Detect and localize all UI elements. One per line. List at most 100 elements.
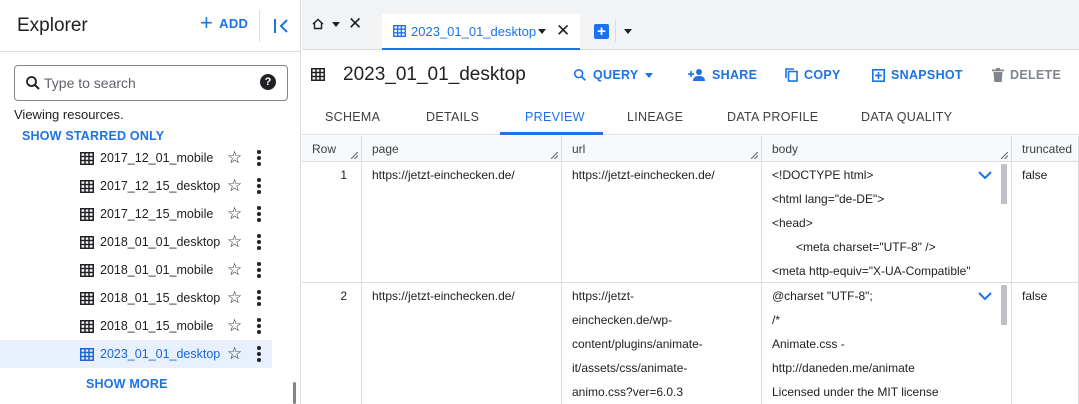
tree-item-table[interactable]: 2023_01_01_desktop ☆ <box>0 340 272 368</box>
star-icon[interactable]: ☆ <box>227 232 242 252</box>
resource-tree: 2017_12_01_mobile ☆ 2017_12_15_desktop ☆ 201… <box>0 145 286 404</box>
star-icon[interactable]: ☆ <box>227 260 242 280</box>
star-icon[interactable]: ☆ <box>227 176 242 196</box>
tab-close-icon[interactable]: ✕ <box>556 22 570 39</box>
home-tab-close-icon[interactable]: ✕ <box>348 15 362 32</box>
table-icon <box>80 180 94 193</box>
tab-preview[interactable]: PREVIEW <box>525 110 585 124</box>
star-icon[interactable]: ☆ <box>227 288 242 308</box>
cell-scrollbar[interactable] <box>1001 285 1007 325</box>
cell-text-line: einchecken.de/wp- <box>572 313 673 327</box>
tree-item-table[interactable]: 2017_12_01_mobile ☆ <box>0 145 272 172</box>
more-vert-icon[interactable] <box>256 234 262 250</box>
more-vert-icon[interactable] <box>256 262 262 278</box>
cell-text-line: Licensed under the MIT license <box>772 385 939 399</box>
person-add-icon <box>688 69 705 81</box>
cell-body: @charset "UTF-8"; /* Animate.css - http://d… <box>762 283 1012 404</box>
tree-item-table[interactable]: 2018_01_01_desktop ☆ <box>0 228 272 256</box>
column-header[interactable]: url <box>562 136 762 162</box>
table-icon <box>80 320 94 333</box>
star-icon[interactable]: ☆ <box>227 316 242 336</box>
cell-text-line: <meta http-equiv="X-UA-Compatible" <box>772 264 971 278</box>
cell-text-line: <!DOCTYPE html> <box>772 168 874 182</box>
new-tab-plus-icon[interactable]: + <box>594 24 609 39</box>
tab-details[interactable]: DETAILS <box>426 110 479 124</box>
tree-item-table[interactable]: 2018_01_15_desktop ☆ <box>0 284 272 312</box>
resize-handle-icon[interactable] <box>751 152 758 159</box>
copy-button[interactable]: COPY <box>785 68 841 82</box>
more-vert-icon[interactable] <box>256 290 262 306</box>
show-starred-only-link[interactable]: SHOW STARRED ONLY <box>22 129 164 143</box>
delete-button-label: DELETE <box>1010 68 1062 82</box>
tab-data-profile[interactable]: DATA PROFILE <box>727 110 818 124</box>
table-header: 2023_01_01_desktop QUERY SHARE COPY SNAP… <box>302 51 1079 99</box>
column-header-label: page <box>372 142 399 156</box>
column-header[interactable]: page <box>362 136 562 162</box>
resize-handle-icon[interactable] <box>551 152 558 159</box>
tab-schema[interactable]: SCHEMA <box>325 110 380 124</box>
main-pane: ✕ 2023_01_01_desktop ✕ + 2023_01_01_desk… <box>302 0 1079 404</box>
star-icon[interactable]: ☆ <box>227 148 242 168</box>
home-icon <box>312 18 324 30</box>
tree-item-label: 2018_01_15_desktop <box>100 291 221 305</box>
more-vert-icon[interactable] <box>256 178 262 194</box>
new-tab-divider <box>615 20 616 42</box>
snapshot-button[interactable]: SNAPSHOT <box>872 68 963 82</box>
table-icon <box>80 208 94 221</box>
more-vert-icon[interactable] <box>256 346 262 362</box>
collapse-panel-icon[interactable] <box>272 16 292 36</box>
tree-item-label: 2023_01_01_desktop <box>100 347 221 361</box>
cell-text-line: <meta charset="UTF-8" /> <box>796 240 936 254</box>
tree-item-table[interactable]: 2017_12_15_mobile ☆ <box>0 200 272 228</box>
resize-handle-icon[interactable] <box>351 152 358 159</box>
home-tab-dropdown-icon[interactable] <box>332 21 340 27</box>
cell-body: <!DOCTYPE html> <html lang="de-DE"> <head>… <box>762 162 1012 282</box>
tab-table-2023-01-01-desktop[interactable]: 2023_01_01_desktop ✕ <box>382 14 580 50</box>
column-header-label: Row <box>312 142 337 156</box>
star-icon[interactable]: ☆ <box>227 344 242 364</box>
cell-truncated: false <box>1012 162 1079 282</box>
star-icon[interactable]: ☆ <box>227 204 242 224</box>
tree-item-table[interactable]: 2018_01_01_mobile ☆ <box>0 256 272 284</box>
more-vert-icon[interactable] <box>256 206 262 222</box>
add-button[interactable]: + ADD <box>200 9 249 35</box>
column-header[interactable]: truncated <box>1012 136 1079 162</box>
tree-item-label: 2017_12_01_mobile <box>100 151 214 165</box>
cell-text-line: https://jetzt-einchecken.de/ <box>572 168 715 182</box>
cell-text-line: http://daneden.me/animate <box>772 361 915 375</box>
cell-scrollbar[interactable] <box>1001 164 1007 204</box>
viewing-status-text: Viewing resources. <box>14 107 124 122</box>
cell-row: 1 <box>302 162 362 282</box>
home-tab[interactable]: ✕ <box>312 15 362 32</box>
add-button-label: ADD <box>219 16 249 31</box>
explorer-scrollbar[interactable] <box>293 382 296 404</box>
share-button[interactable]: SHARE <box>688 68 757 82</box>
copy-icon <box>785 68 798 82</box>
snapshot-icon <box>872 68 885 82</box>
cell-text-line: <html lang="de-DE"> <box>772 192 885 206</box>
expand-chevron-icon[interactable] <box>978 291 992 301</box>
column-header[interactable]: body <box>762 136 1012 162</box>
plus-icon: + <box>200 9 214 35</box>
show-more-link[interactable]: SHOW MORE <box>86 377 168 391</box>
table-row: 2 https://jetzt-einchecken.de/https://jet… <box>302 283 1079 404</box>
column-header[interactable]: Row <box>302 136 362 162</box>
new-tab-dropdown-icon[interactable] <box>624 29 632 34</box>
tab-dropdown-icon[interactable] <box>538 29 546 34</box>
expand-chevron-icon[interactable] <box>978 170 992 180</box>
tab-data-quality[interactable]: DATA QUALITY <box>861 110 952 124</box>
tree-item-table[interactable]: 2018_01_15_mobile ☆ <box>0 312 272 340</box>
more-vert-icon[interactable] <box>256 150 262 166</box>
tab-lineage[interactable]: LINEAGE <box>627 110 683 124</box>
cell-text-line: Animate.css - <box>772 337 845 351</box>
help-icon[interactable]: ? <box>260 74 276 90</box>
table-icon <box>80 236 94 249</box>
more-vert-icon[interactable] <box>256 318 262 334</box>
resize-handle-icon[interactable] <box>1001 152 1008 159</box>
tree-item-table[interactable]: 2017_12_15_desktop ☆ <box>0 172 272 200</box>
query-button[interactable]: QUERY <box>573 68 653 82</box>
column-header-label: truncated <box>1022 142 1073 156</box>
tree-item-label: 2018_01_01_desktop <box>100 235 221 249</box>
delete-button[interactable]: DELETE <box>992 68 1061 82</box>
search-input[interactable] <box>44 73 254 93</box>
